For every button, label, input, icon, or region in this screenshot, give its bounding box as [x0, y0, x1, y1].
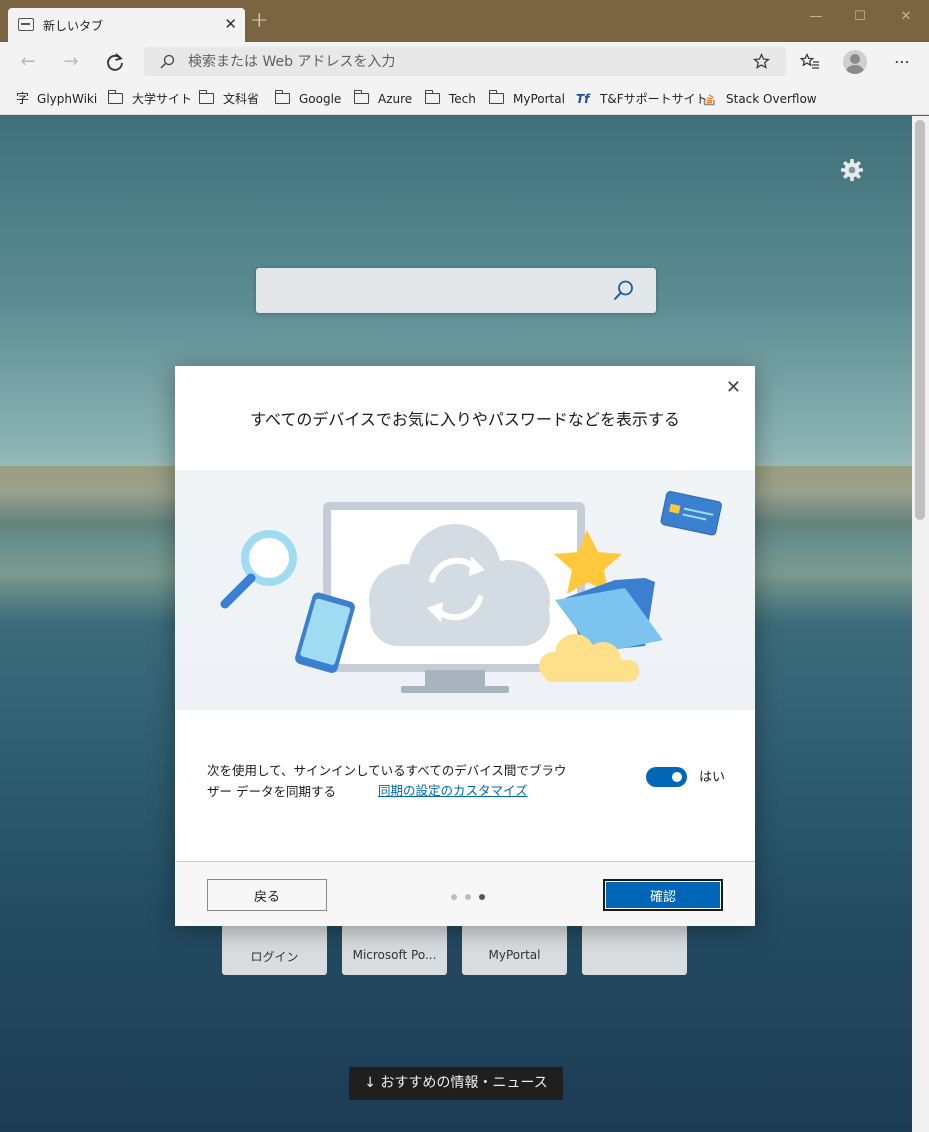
bookmark-tf-support[interactable]: Tf T&Fサポートサイト	[576, 89, 708, 109]
page-dot	[465, 894, 471, 900]
folder-icon	[353, 90, 369, 104]
back-button[interactable]: ←	[16, 51, 40, 73]
svg-text:Tf: Tf	[576, 92, 591, 105]
tf-logo-icon: Tf	[576, 92, 591, 106]
bookmark-folder-tech[interactable]: Tech	[424, 89, 476, 109]
quick-link-tile[interactable]: MyPortal	[462, 921, 567, 975]
forward-button[interactable]: →	[59, 51, 83, 73]
more-menu-icon[interactable]: ⋯	[890, 51, 914, 73]
sync-dialog: ✕ すべてのデバイスでお気に入りやパスワードなどを表示する 次を使用して、サイン…	[175, 366, 755, 926]
tab-title: 新しいタブ	[43, 19, 104, 33]
settings-gear-icon[interactable]	[838, 156, 866, 184]
dialog-close-icon[interactable]: ✕	[726, 378, 741, 398]
address-input[interactable]	[188, 52, 728, 72]
folder-icon	[107, 90, 123, 104]
quick-link-tile[interactable]: Microsoft Po...	[342, 921, 447, 975]
web-search-box[interactable]	[256, 268, 656, 313]
bookmark-folder-myportal[interactable]: MyPortal	[488, 89, 565, 109]
new-tab-button[interactable]: +	[250, 10, 268, 32]
address-bar[interactable]	[144, 47, 786, 76]
minimize-button[interactable]: —	[806, 8, 826, 26]
folder-icon	[424, 90, 440, 104]
tab-close-icon[interactable]: ✕	[224, 14, 237, 34]
stackoverflow-icon	[703, 94, 715, 106]
bookmark-glyphwiki[interactable]: 字 GlyphWiki	[16, 89, 97, 109]
page-indicator	[451, 894, 491, 902]
bookmark-folder-azure[interactable]: Azure	[353, 89, 412, 109]
dialog-footer: 戻る 確認	[175, 861, 755, 926]
bookmark-folder-university[interactable]: 大学サイト	[107, 89, 192, 109]
folder-icon	[488, 90, 504, 104]
page-dot	[451, 894, 457, 900]
profile-avatar[interactable]	[843, 50, 867, 74]
refresh-icon[interactable]	[103, 51, 127, 73]
favorites-icon[interactable]	[800, 53, 820, 71]
bookmark-stack-overflow[interactable]: Stack Overflow	[703, 89, 817, 109]
back-button[interactable]: 戻る	[207, 879, 327, 911]
page-dot-active	[479, 894, 485, 900]
toolbar: ← → ⋯	[0, 42, 929, 82]
sync-illustration	[175, 470, 755, 710]
scrollbar-thumb[interactable]	[915, 120, 925, 520]
favorite-star-icon[interactable]	[753, 53, 770, 70]
sync-toggle-label: はい	[699, 770, 726, 785]
search-icon	[160, 54, 175, 69]
dialog-title: すべてのデバイスでお気に入りやパスワードなどを表示する	[250, 410, 680, 429]
bookmark-folder-google[interactable]: Google	[274, 89, 341, 109]
bookmarks-bar: 字 GlyphWiki 大学サイト 文科省 Google Azure Tech M…	[0, 82, 929, 115]
quick-link-tile[interactable]: ログイン	[222, 921, 327, 975]
maximize-button[interactable]: ☐	[850, 8, 870, 26]
close-window-button[interactable]: ✕	[896, 8, 916, 26]
folder-icon	[198, 90, 214, 104]
news-feed-button[interactable]: ↓ おすすめの情報・ニュース	[349, 1067, 563, 1100]
toggle-knob	[672, 772, 682, 782]
newtab-favicon-icon	[18, 18, 34, 31]
add-quick-link-tile[interactable]	[582, 921, 687, 975]
search-icon[interactable]	[610, 278, 636, 304]
title-bar: 新しいタブ ✕ + — ☐ ✕	[0, 0, 929, 42]
sync-toggle[interactable]	[646, 767, 687, 787]
glyphwiki-icon: 字	[16, 92, 30, 107]
tab-new-tab[interactable]: 新しいタブ ✕	[8, 8, 245, 42]
bookmark-folder-mext[interactable]: 文科省	[198, 89, 259, 109]
customize-sync-link[interactable]: 同期の設定のカスタマイズ	[378, 781, 528, 801]
sync-devices-illustration-icon	[220, 491, 722, 693]
page-scrollbar[interactable]	[912, 116, 929, 1132]
confirm-button[interactable]: 確認	[603, 879, 723, 911]
folder-icon	[274, 90, 290, 104]
